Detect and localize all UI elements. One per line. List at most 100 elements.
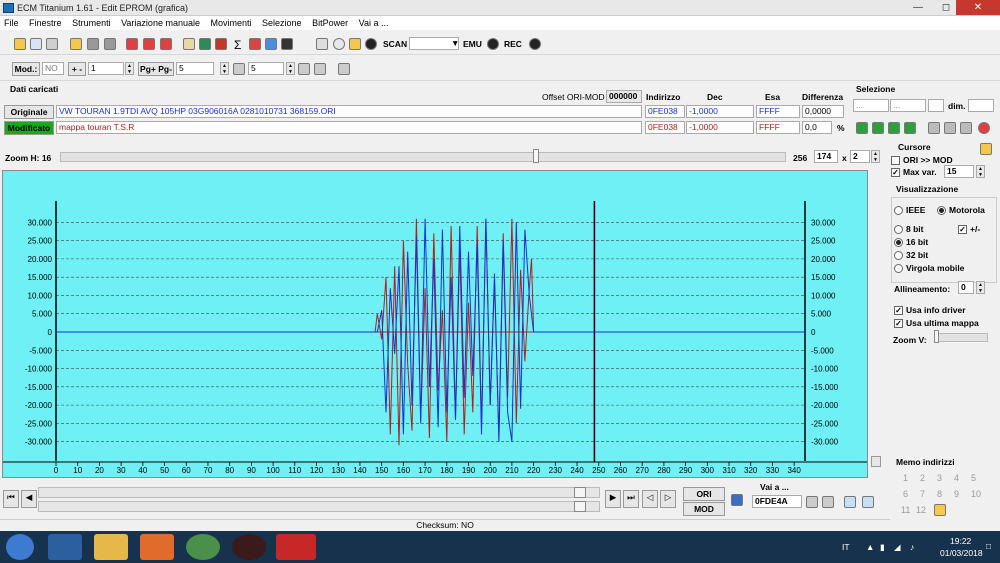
chrome-icon[interactable] <box>186 534 220 560</box>
ori-mod-option[interactable]: ORI >> MOD <box>891 155 953 166</box>
block-icon[interactable] <box>314 63 326 75</box>
selezione-to[interactable]: ... <box>890 99 926 112</box>
page-icon[interactable] <box>46 38 58 50</box>
flag-icon[interactable] <box>731 494 743 506</box>
allineamento-spinner[interactable]: ▲ ▼ <box>976 281 985 294</box>
memo-save-icon[interactable] <box>934 504 946 516</box>
eprom-chart[interactable]: 30.000 30.000 25.000 25.000 20.000 20.000 15.0… <box>3 171 867 477</box>
next-page-button[interactable]: ▶ <box>605 490 621 508</box>
memo-2[interactable]: 2 <box>920 473 925 483</box>
download-icon[interactable] <box>265 38 277 50</box>
mod-button[interactable]: MOD <box>683 502 725 516</box>
battery-icon[interactable]: ▮ <box>880 542 885 553</box>
run-icon[interactable] <box>349 38 361 50</box>
memo-9[interactable]: 9 <box>954 489 959 499</box>
ieee-radio[interactable]: IEEE <box>894 205 925 216</box>
ecm-titanium-task-icon[interactable] <box>276 534 316 560</box>
menu-file[interactable]: File <box>0 16 23 30</box>
next-diff-button[interactable]: ▷ <box>660 490 676 508</box>
checksum-mod-icon[interactable] <box>160 38 172 50</box>
home-icon[interactable] <box>14 38 26 50</box>
position-scrollbar[interactable] <box>38 487 600 498</box>
menu-strumenti[interactable]: Strumenti <box>68 16 115 30</box>
p-input[interactable]: 5 <box>248 62 284 75</box>
start-icon[interactable] <box>6 534 34 560</box>
memo-11[interactable]: 11 <box>901 505 910 515</box>
max-var-spinner[interactable]: ▲ ▼ <box>976 165 985 178</box>
signed-checkbox[interactable]: ✓ +/- <box>958 224 980 235</box>
language-indicator[interactable]: IT <box>842 542 850 552</box>
vai-a-input[interactable]: 0FDE4A <box>752 495 802 508</box>
menu-finestre[interactable]: Finestre <box>25 16 66 30</box>
calculator-icon[interactable] <box>199 38 211 50</box>
lock-icon[interactable] <box>333 38 345 50</box>
rec-record-icon[interactable] <box>529 38 541 50</box>
wifi-icon[interactable]: ◢ <box>894 542 901 553</box>
memo-7[interactable]: 7 <box>920 489 925 499</box>
windows-icon[interactable] <box>30 38 42 50</box>
table-icon[interactable] <box>338 63 350 75</box>
zoom-mult[interactable]: 2 <box>850 150 870 163</box>
explorer-icon[interactable] <box>94 534 128 560</box>
zoom-spinner[interactable]: ▲ ▼ <box>871 150 880 163</box>
grid-icon[interactable] <box>298 63 310 75</box>
8bit-radio[interactable]: 8 bit <box>894 224 923 235</box>
zoom-v-slider[interactable] <box>934 333 988 342</box>
notifications-icon[interactable]: □ <box>986 541 991 551</box>
fine-scrollbar[interactable] <box>38 501 600 512</box>
mark-start-icon[interactable] <box>844 496 856 508</box>
zoom-h-thumb[interactable] <box>533 149 539 163</box>
media-player-icon[interactable] <box>140 534 174 560</box>
menu-selezione[interactable]: Selezione <box>258 16 306 30</box>
menu-movimenti[interactable]: Movimenti <box>207 16 256 30</box>
plus-minus-button[interactable]: + - <box>68 62 86 76</box>
zoom-value[interactable]: 174 <box>814 150 838 163</box>
ie-icon[interactable] <box>48 534 82 560</box>
select-range-icon[interactable] <box>888 122 900 134</box>
zoom-v-thumb[interactable] <box>934 330 939 343</box>
sigma-icon[interactable]: Σ <box>234 38 241 52</box>
ori-button[interactable]: ORI <box>683 487 725 501</box>
memo-4[interactable]: 4 <box>954 473 959 483</box>
usa-info-driver-checkbox[interactable]: ✓ Usa info driver <box>894 305 966 316</box>
p-icon[interactable] <box>233 63 245 75</box>
memo-3[interactable]: 3 <box>937 473 942 483</box>
open-folder-icon[interactable] <box>70 38 82 50</box>
fine-thumb[interactable] <box>574 501 586 512</box>
record-dot-icon[interactable] <box>365 38 377 50</box>
select-start-icon[interactable] <box>856 122 868 134</box>
clock-time[interactable]: 19:22 <box>950 536 971 546</box>
goto-left-icon[interactable] <box>806 496 818 508</box>
checksum-ori-icon[interactable] <box>143 38 155 50</box>
step-input[interactable]: 1 <box>88 62 124 75</box>
position-thumb[interactable] <box>574 487 586 498</box>
float-radio[interactable]: Virgola mobile <box>894 263 964 274</box>
reset-icon[interactable] <box>978 122 990 134</box>
volume-icon[interactable]: ♪ <box>910 542 914 552</box>
chart-scroll-button[interactable] <box>871 456 881 467</box>
step-spinner[interactable]: ▲ ▼ <box>125 62 134 75</box>
emu-record-icon[interactable] <box>487 38 499 50</box>
minimize-button[interactable]: — <box>904 0 932 15</box>
max-var-input[interactable]: 15 <box>944 165 974 178</box>
first-page-button[interactable]: ⏮ <box>3 490 19 508</box>
memo-1[interactable]: 1 <box>903 473 908 483</box>
compare-icon[interactable] <box>183 38 195 50</box>
save-as-icon[interactable] <box>104 38 116 50</box>
mod-value[interactable]: NO <box>42 62 64 75</box>
memo-6[interactable]: 6 <box>903 489 908 499</box>
save-icon[interactable] <box>87 38 99 50</box>
select-all-icon[interactable] <box>904 122 916 134</box>
goto-right-icon[interactable] <box>822 496 834 508</box>
menu-bitpower[interactable]: BitPower <box>308 16 352 30</box>
zoom-h-slider[interactable] <box>60 152 786 162</box>
menu-vai-a[interactable]: Vai a ... <box>355 16 393 30</box>
close-button[interactable]: ✕ <box>956 0 1000 15</box>
graph-icon[interactable] <box>215 38 227 50</box>
dim-input[interactable] <box>968 99 994 112</box>
tray-up-icon[interactable]: ▲ <box>866 542 874 552</box>
selezione-from[interactable]: ... <box>853 99 889 112</box>
paste-selection-icon[interactable] <box>944 122 956 134</box>
last-page-button[interactable]: ⏭ <box>623 490 639 508</box>
selezione-extra[interactable] <box>928 99 944 112</box>
